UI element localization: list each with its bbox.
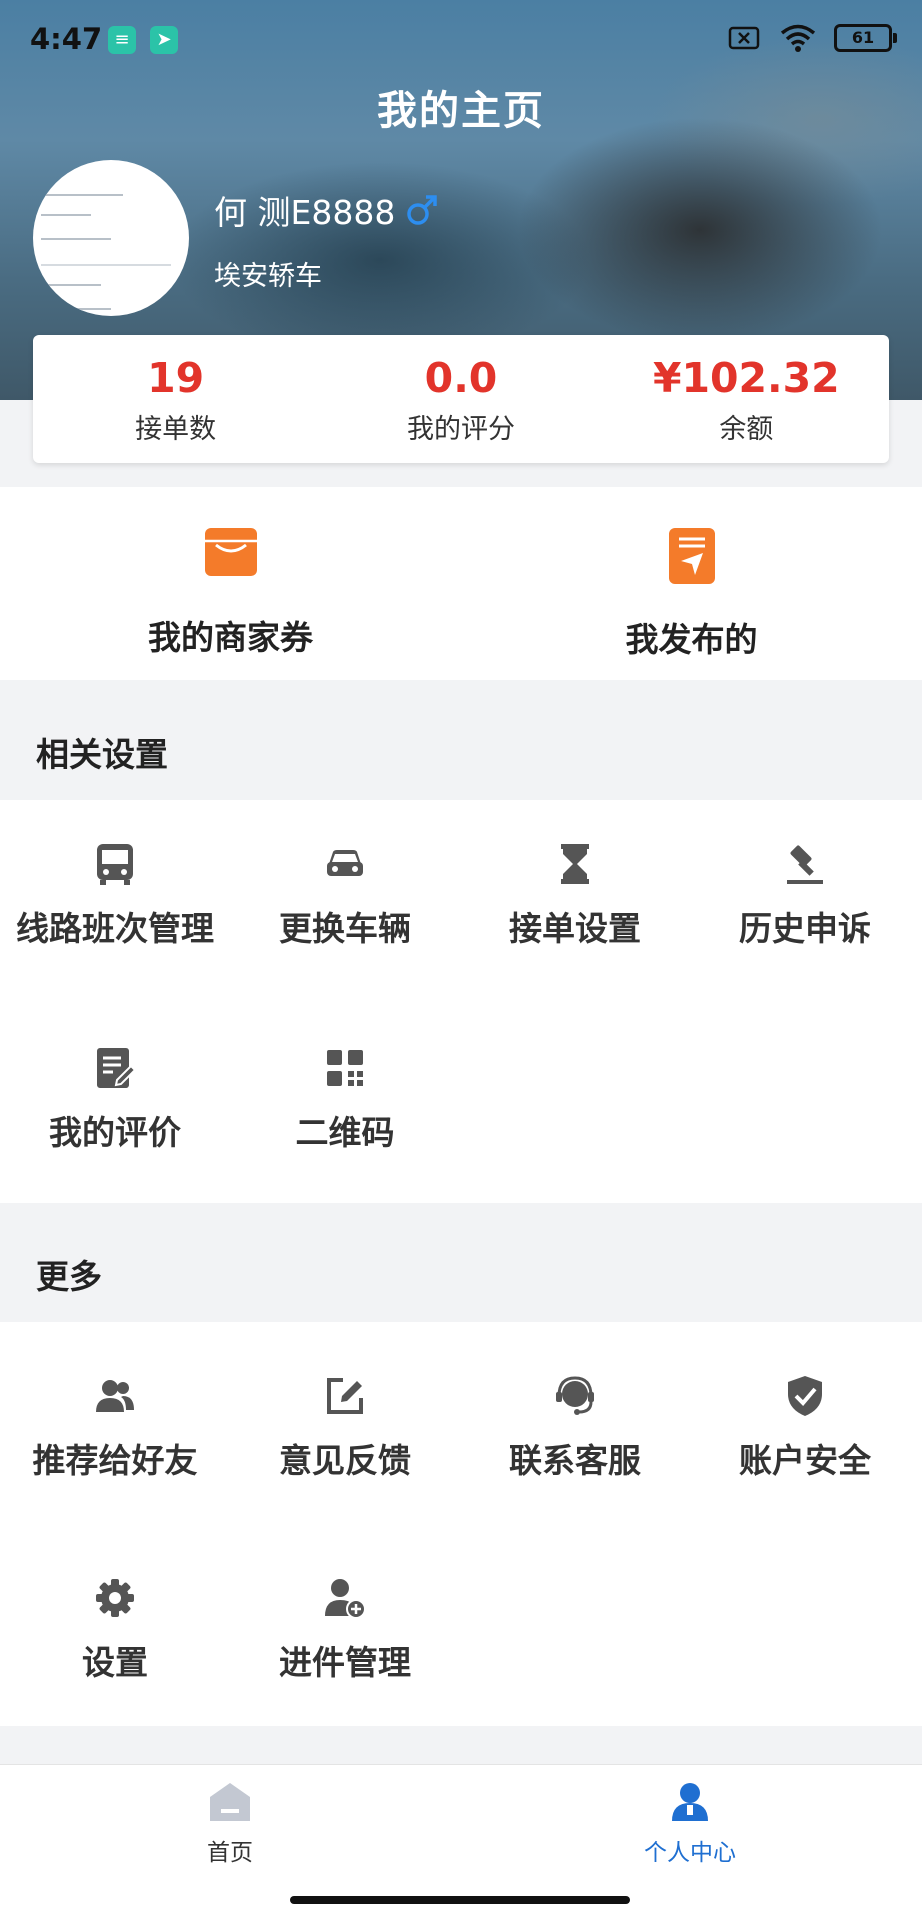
section-title-settings: 相关设置: [36, 735, 168, 774]
qrcode-icon: [327, 1050, 363, 1086]
feedback-button[interactable]: 意见反馈: [230, 1374, 460, 1482]
gear-icon: [96, 1579, 134, 1617]
settings-button[interactable]: 设置: [0, 1576, 230, 1684]
nav-label: 首页: [207, 1840, 253, 1866]
car-type: 埃安轿车: [214, 261, 322, 292]
grid-label: 设置: [82, 1643, 148, 1682]
grid-label: 我的评价: [49, 1113, 181, 1152]
wifi-icon: [780, 24, 816, 52]
page-title: 我的主页: [377, 88, 545, 134]
bus-icon: [97, 844, 133, 885]
user-name-text: 何 测E8888: [214, 193, 396, 232]
grid-label: 接单设置: [509, 909, 641, 948]
grid-label: 更换车辆: [279, 909, 411, 948]
stat-label: 我的评分: [406, 414, 515, 445]
appeal-history-button[interactable]: 历史申诉: [690, 842, 920, 950]
car-icon: [327, 850, 363, 876]
stat-orders[interactable]: 19 接单数: [33, 335, 318, 463]
customer-service-button[interactable]: 联系客服: [460, 1374, 690, 1482]
add-user-icon: [325, 1579, 366, 1619]
more-panel: 推荐给好友 意见反馈 联系客服 账户安全 设置 进件管理: [0, 1322, 922, 1726]
user-name: 何 测E8888: [214, 186, 439, 234]
grid-label: 线路班次管理: [16, 909, 214, 948]
nav-label: 个人中心: [644, 1840, 736, 1866]
battery-icon: 61: [834, 24, 897, 52]
grid-label: 账户安全: [739, 1441, 871, 1480]
stat-label: 余额: [719, 414, 774, 445]
gavel-icon: [787, 845, 823, 884]
nav-home[interactable]: 首页: [130, 1779, 330, 1867]
section-title-more: 更多: [36, 1257, 102, 1296]
stat-value: ¥102.32: [652, 354, 840, 402]
stat-rating[interactable]: 0.0 我的评分: [318, 335, 603, 463]
home-icon: [210, 1783, 250, 1821]
quick-label: 我的商家券: [148, 618, 313, 657]
merchant-coupons-button[interactable]: 我的商家券: [0, 487, 461, 680]
status-bar: 4:47 ≡ ➤ 61: [0, 0, 922, 80]
quick-actions: 我的商家券 我发布的: [0, 487, 922, 680]
review-icon: [97, 1048, 137, 1088]
people-icon: [96, 1380, 134, 1412]
send-icon: [668, 528, 715, 584]
stat-label: 接单数: [135, 414, 217, 445]
my-posts-button[interactable]: 我发布的: [461, 487, 922, 680]
stat-value: 0.0: [424, 354, 498, 402]
grid-label: 推荐给好友: [32, 1441, 198, 1480]
route-schedule-button[interactable]: 线路班次管理: [0, 842, 230, 950]
male-icon: [407, 195, 438, 225]
settings-panel: 线路班次管理 更换车辆 接单设置 历史申诉 我的评价 二维码: [0, 800, 922, 1203]
qrcode-button[interactable]: 二维码: [230, 1046, 460, 1154]
headset-icon: [556, 1376, 594, 1415]
stat-balance[interactable]: ¥102.32 余额: [604, 335, 889, 463]
no-sim-icon: [728, 24, 762, 52]
grid-label: 二维码: [295, 1113, 395, 1152]
location-app-icon: ➤: [150, 26, 178, 54]
profile-icon: [672, 1783, 708, 1821]
wallet-icon: [204, 528, 257, 576]
account-security-button[interactable]: 账户安全: [690, 1374, 920, 1482]
status-time: 4:47: [30, 22, 103, 56]
avatar[interactable]: [33, 160, 189, 316]
order-settings-button[interactable]: 接单设置: [460, 842, 690, 950]
home-indicator[interactable]: [290, 1896, 630, 1904]
notification-app-icon: ≡: [108, 26, 136, 54]
change-vehicle-button[interactable]: 更换车辆: [230, 842, 460, 950]
grid-label: 联系客服: [509, 1441, 641, 1480]
onboarding-management-button[interactable]: 进件管理: [230, 1576, 460, 1684]
grid-label: 历史申诉: [739, 909, 871, 948]
stat-value: 19: [147, 354, 205, 402]
stats-card: 19 接单数 0.0 我的评分 ¥102.32 余额: [33, 335, 889, 463]
grid-label: 意见反馈: [279, 1441, 411, 1480]
edit-icon: [327, 1378, 363, 1414]
quick-label: 我发布的: [625, 620, 758, 659]
nav-profile[interactable]: 个人中心: [590, 1779, 790, 1867]
grid-label: 进件管理: [279, 1643, 411, 1682]
recommend-friend-button[interactable]: 推荐给好友: [0, 1374, 230, 1482]
shield-icon: [788, 1376, 822, 1416]
hourglass-icon: [561, 844, 589, 884]
my-reviews-button[interactable]: 我的评价: [0, 1046, 230, 1154]
